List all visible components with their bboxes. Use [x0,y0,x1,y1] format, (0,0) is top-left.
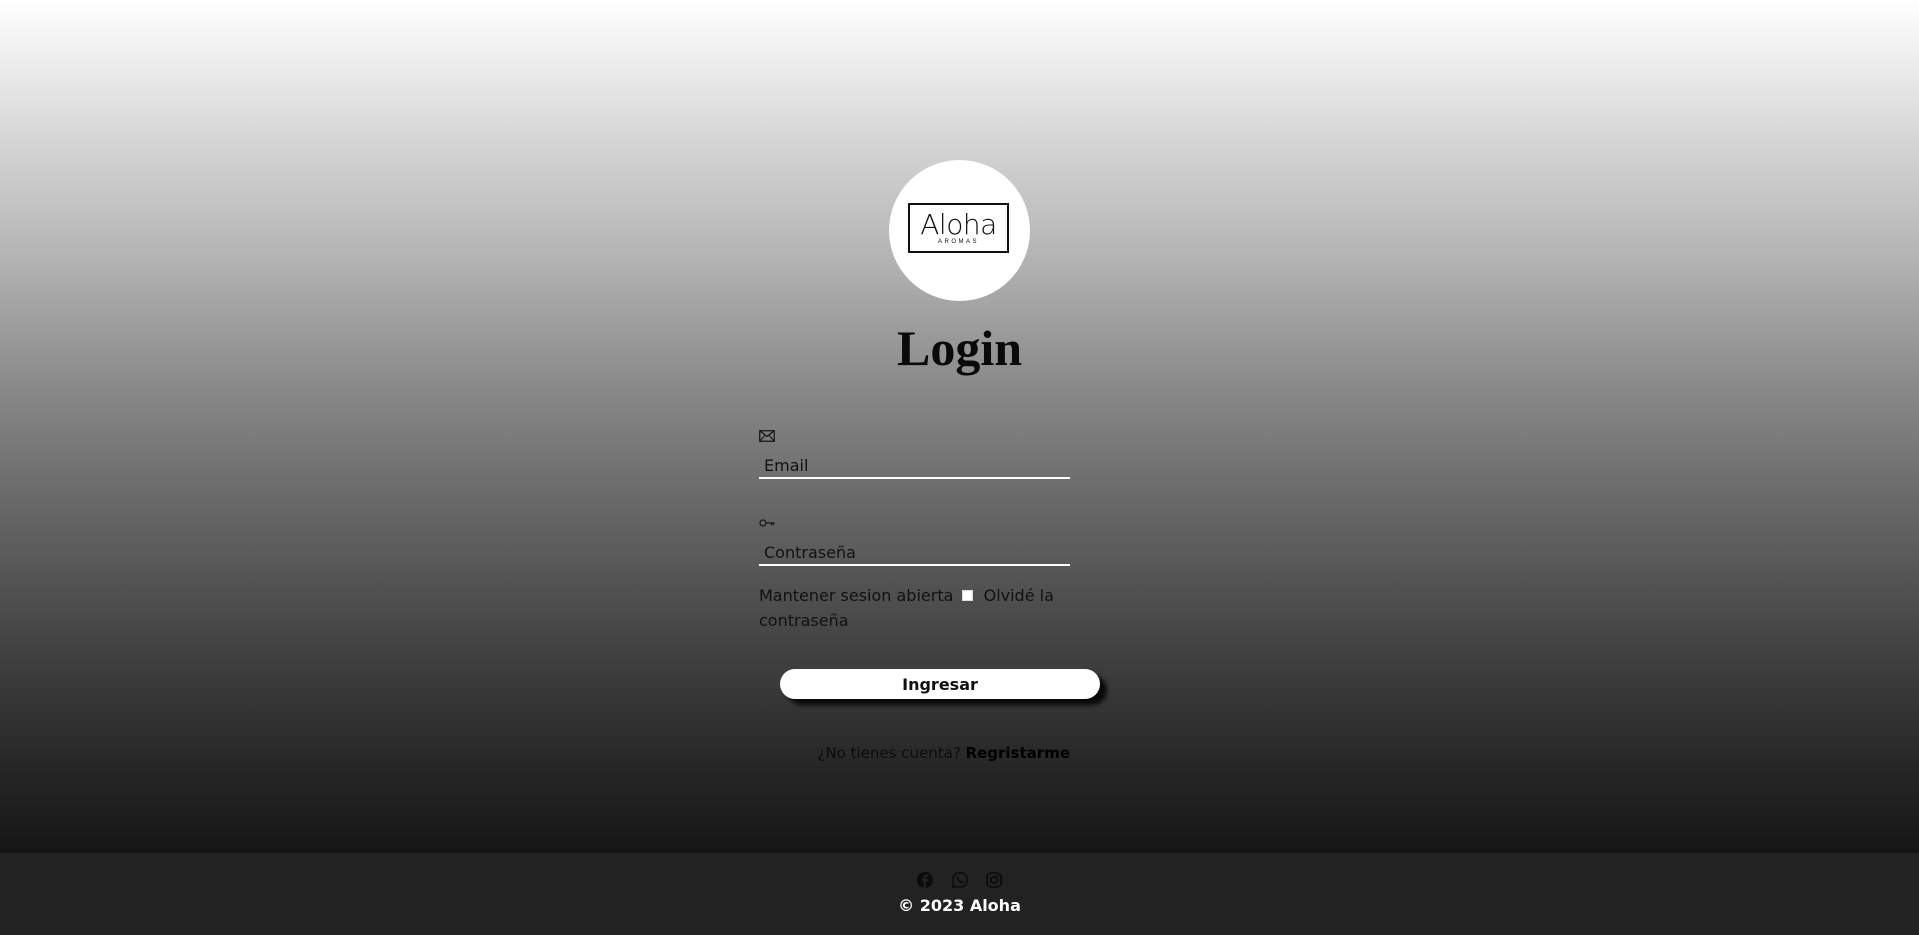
logo-word: Aloha [920,208,997,241]
logo: Aloha AROMAS [889,160,1030,301]
login-page: Aloha AROMAS Login Mantener sesion abier… [0,0,1919,853]
email-field[interactable] [759,453,1070,479]
instagram-icon[interactable] [985,871,1003,889]
login-button[interactable]: Ingresar [780,669,1100,699]
facebook-icon[interactable] [916,871,934,889]
copyright: © 2023 Aloha [898,896,1021,915]
register-prompt: ¿No tienes cuenta? Regristarme [759,743,1070,763]
key-icon [759,516,777,530]
remember-label: Mantener sesion abierta [759,586,954,605]
footer: © 2023 Aloha [0,853,1919,935]
no-account-text: ¿No tienes cuenta? [817,744,961,762]
envelope-icon [759,429,777,443]
logo-box: Aloha AROMAS [908,203,1009,253]
social-links [0,871,1919,889]
remember-row: Mantener sesion abierta Olvidé la contra… [759,583,1089,633]
whatsapp-icon[interactable] [951,871,969,889]
register-link[interactable]: Regristarme [966,744,1070,762]
remember-checkbox[interactable] [961,590,973,601]
password-field[interactable] [759,540,1070,566]
page-title: Login [896,320,1023,376]
